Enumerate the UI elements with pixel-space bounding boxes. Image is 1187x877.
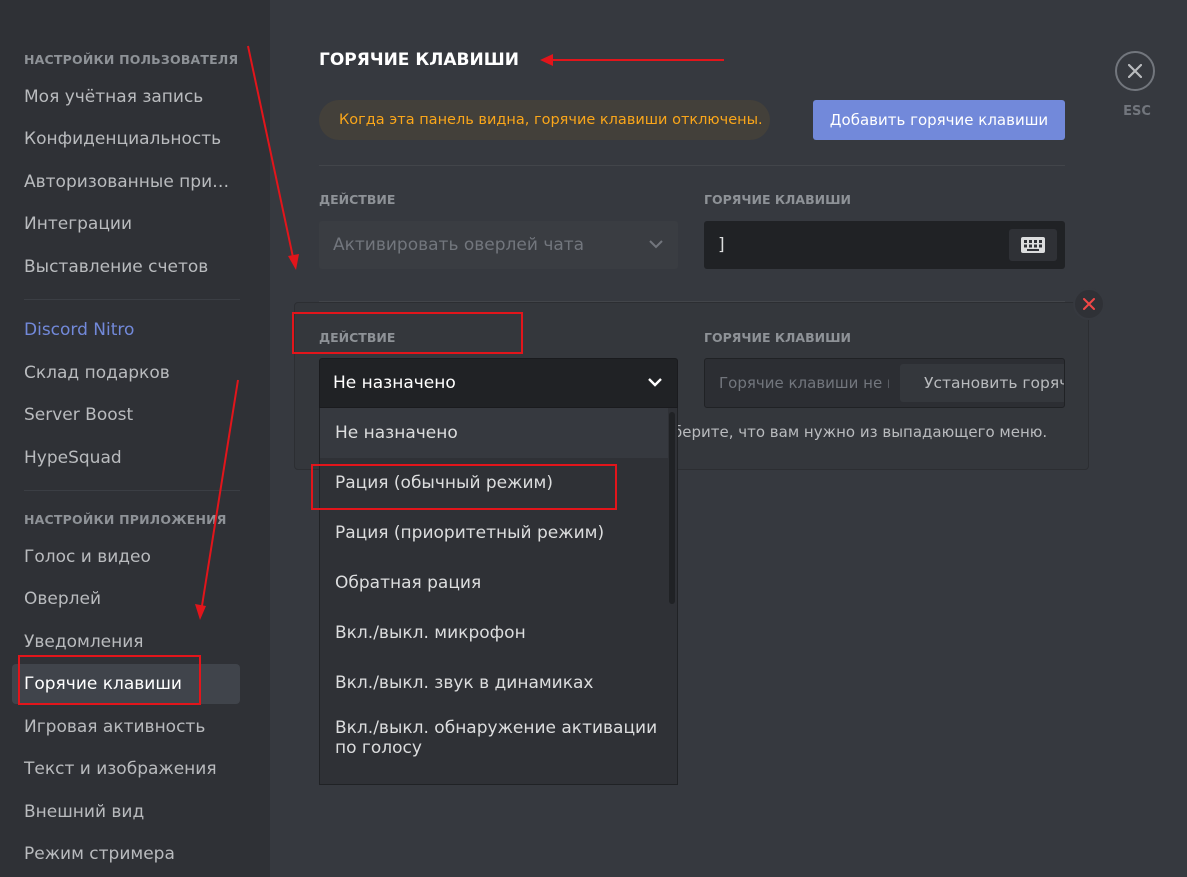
keybind-label: ГОРЯЧИЕ КЛАВИШИ (704, 192, 851, 207)
keybinds-disabled-notice: Когда эта панель видна, горячие клавиши … (319, 100, 770, 140)
chevron-down-icon (649, 240, 663, 249)
dropdown-scrollbar[interactable] (669, 412, 675, 604)
close-icon (1128, 64, 1142, 78)
sidebar-item-discord-nitro[interactable]: Discord Nitro (12, 310, 240, 350)
annotation-box-ptt (311, 464, 617, 510)
keybind-recorder[interactable]: ] (704, 221, 1065, 269)
dropdown-option[interactable]: Вкл./выкл. звук в динамиках (320, 658, 668, 708)
sidebar-item-server-boost[interactable]: Server Boost (12, 395, 240, 435)
action-label: ДЕЙСТВИЕ (319, 192, 396, 207)
page-title: ГОРЯЧИЕ КЛАВИШИ (319, 50, 519, 70)
keybinds-panel: ГОРЯЧИЕ КЛАВИШИ Когда эта панель видна, … (270, 0, 1187, 877)
close-settings-button[interactable] (1115, 51, 1155, 91)
user-settings-header: НАСТРОЙКИ ПОЛЬЗОВАТЕЛЯ (24, 52, 239, 67)
keybind-recorder[interactable]: Горячие клавиши не назначены Установить … (704, 358, 1065, 408)
sidebar-item-hypesquad[interactable]: HypeSquad (12, 438, 240, 478)
sidebar-divider (24, 490, 240, 491)
section-divider (319, 165, 1065, 166)
remove-keybind-button[interactable] (1073, 288, 1105, 320)
keyboard-icon (1021, 237, 1045, 253)
action-hint: берите, что вам нужно из выпадающего мен… (673, 423, 1048, 441)
esc-label: ESC (1123, 104, 1151, 119)
dropdown-option[interactable]: Не назначено (320, 408, 668, 458)
keybind-value: ] (718, 235, 725, 255)
sidebar-item-voice-video[interactable]: Голос и видео (12, 537, 240, 577)
app-settings-header: НАСТРОЙКИ ПРИЛОЖЕНИЯ (24, 512, 227, 527)
remove-x-icon (1083, 298, 1095, 310)
record-keybind-button[interactable] (1009, 229, 1057, 261)
sidebar-item-text-images[interactable]: Текст и изображения (12, 749, 240, 789)
keybind-label: ГОРЯЧИЕ КЛАВИШИ (704, 330, 851, 345)
chevron-down-icon (648, 378, 662, 387)
settings-sidebar: НАСТРОЙКИ ПОЛЬЗОВАТЕЛЯ Моя учётная запис… (0, 0, 270, 877)
sidebar-item-game-activity[interactable]: Игровая активность (12, 707, 240, 747)
action-select[interactable]: Активировать оверлей чата (319, 221, 678, 269)
sidebar-item-billing[interactable]: Выставление счетов (12, 247, 240, 287)
sidebar-divider (24, 299, 240, 300)
sidebar-item-my-account[interactable]: Моя учётная запись (12, 77, 240, 117)
annotation-box-action (292, 312, 523, 354)
keybind-placeholder: Горячие клавиши не назначены (719, 374, 889, 392)
sidebar-item-streamer-mode[interactable]: Режим стримера (12, 834, 240, 874)
sidebar-item-overlay[interactable]: Оверлей (12, 579, 240, 619)
action-select-open[interactable]: Не назначено (319, 358, 678, 408)
add-keybind-button[interactable]: Добавить горячие клавиши (813, 100, 1065, 140)
set-keybind-button[interactable]: Установить горячие клавиши (900, 364, 1064, 402)
action-select-value: Активировать оверлей чата (333, 235, 585, 255)
dropdown-option[interactable]: Вкл./выкл. обнаружение активации по голо… (320, 708, 668, 768)
sidebar-item-authorized-apps[interactable]: Авторизованные приложения (12, 162, 240, 202)
dropdown-option[interactable]: Рация (приоритетный режим) (320, 508, 668, 558)
dropdown-option[interactable]: Обратная рация (320, 558, 668, 608)
annotation-box-keybinds (18, 655, 201, 705)
action-select-value: Не назначено (333, 373, 456, 393)
sidebar-item-appearance[interactable]: Внешний вид (12, 792, 240, 832)
dropdown-option[interactable]: Вкл./выкл. микрофон (320, 608, 668, 658)
sidebar-item-gift-inventory[interactable]: Склад подарков (12, 353, 240, 393)
sidebar-item-privacy[interactable]: Конфиденциальность (12, 119, 240, 159)
sidebar-item-integrations[interactable]: Интеграции (12, 204, 240, 244)
